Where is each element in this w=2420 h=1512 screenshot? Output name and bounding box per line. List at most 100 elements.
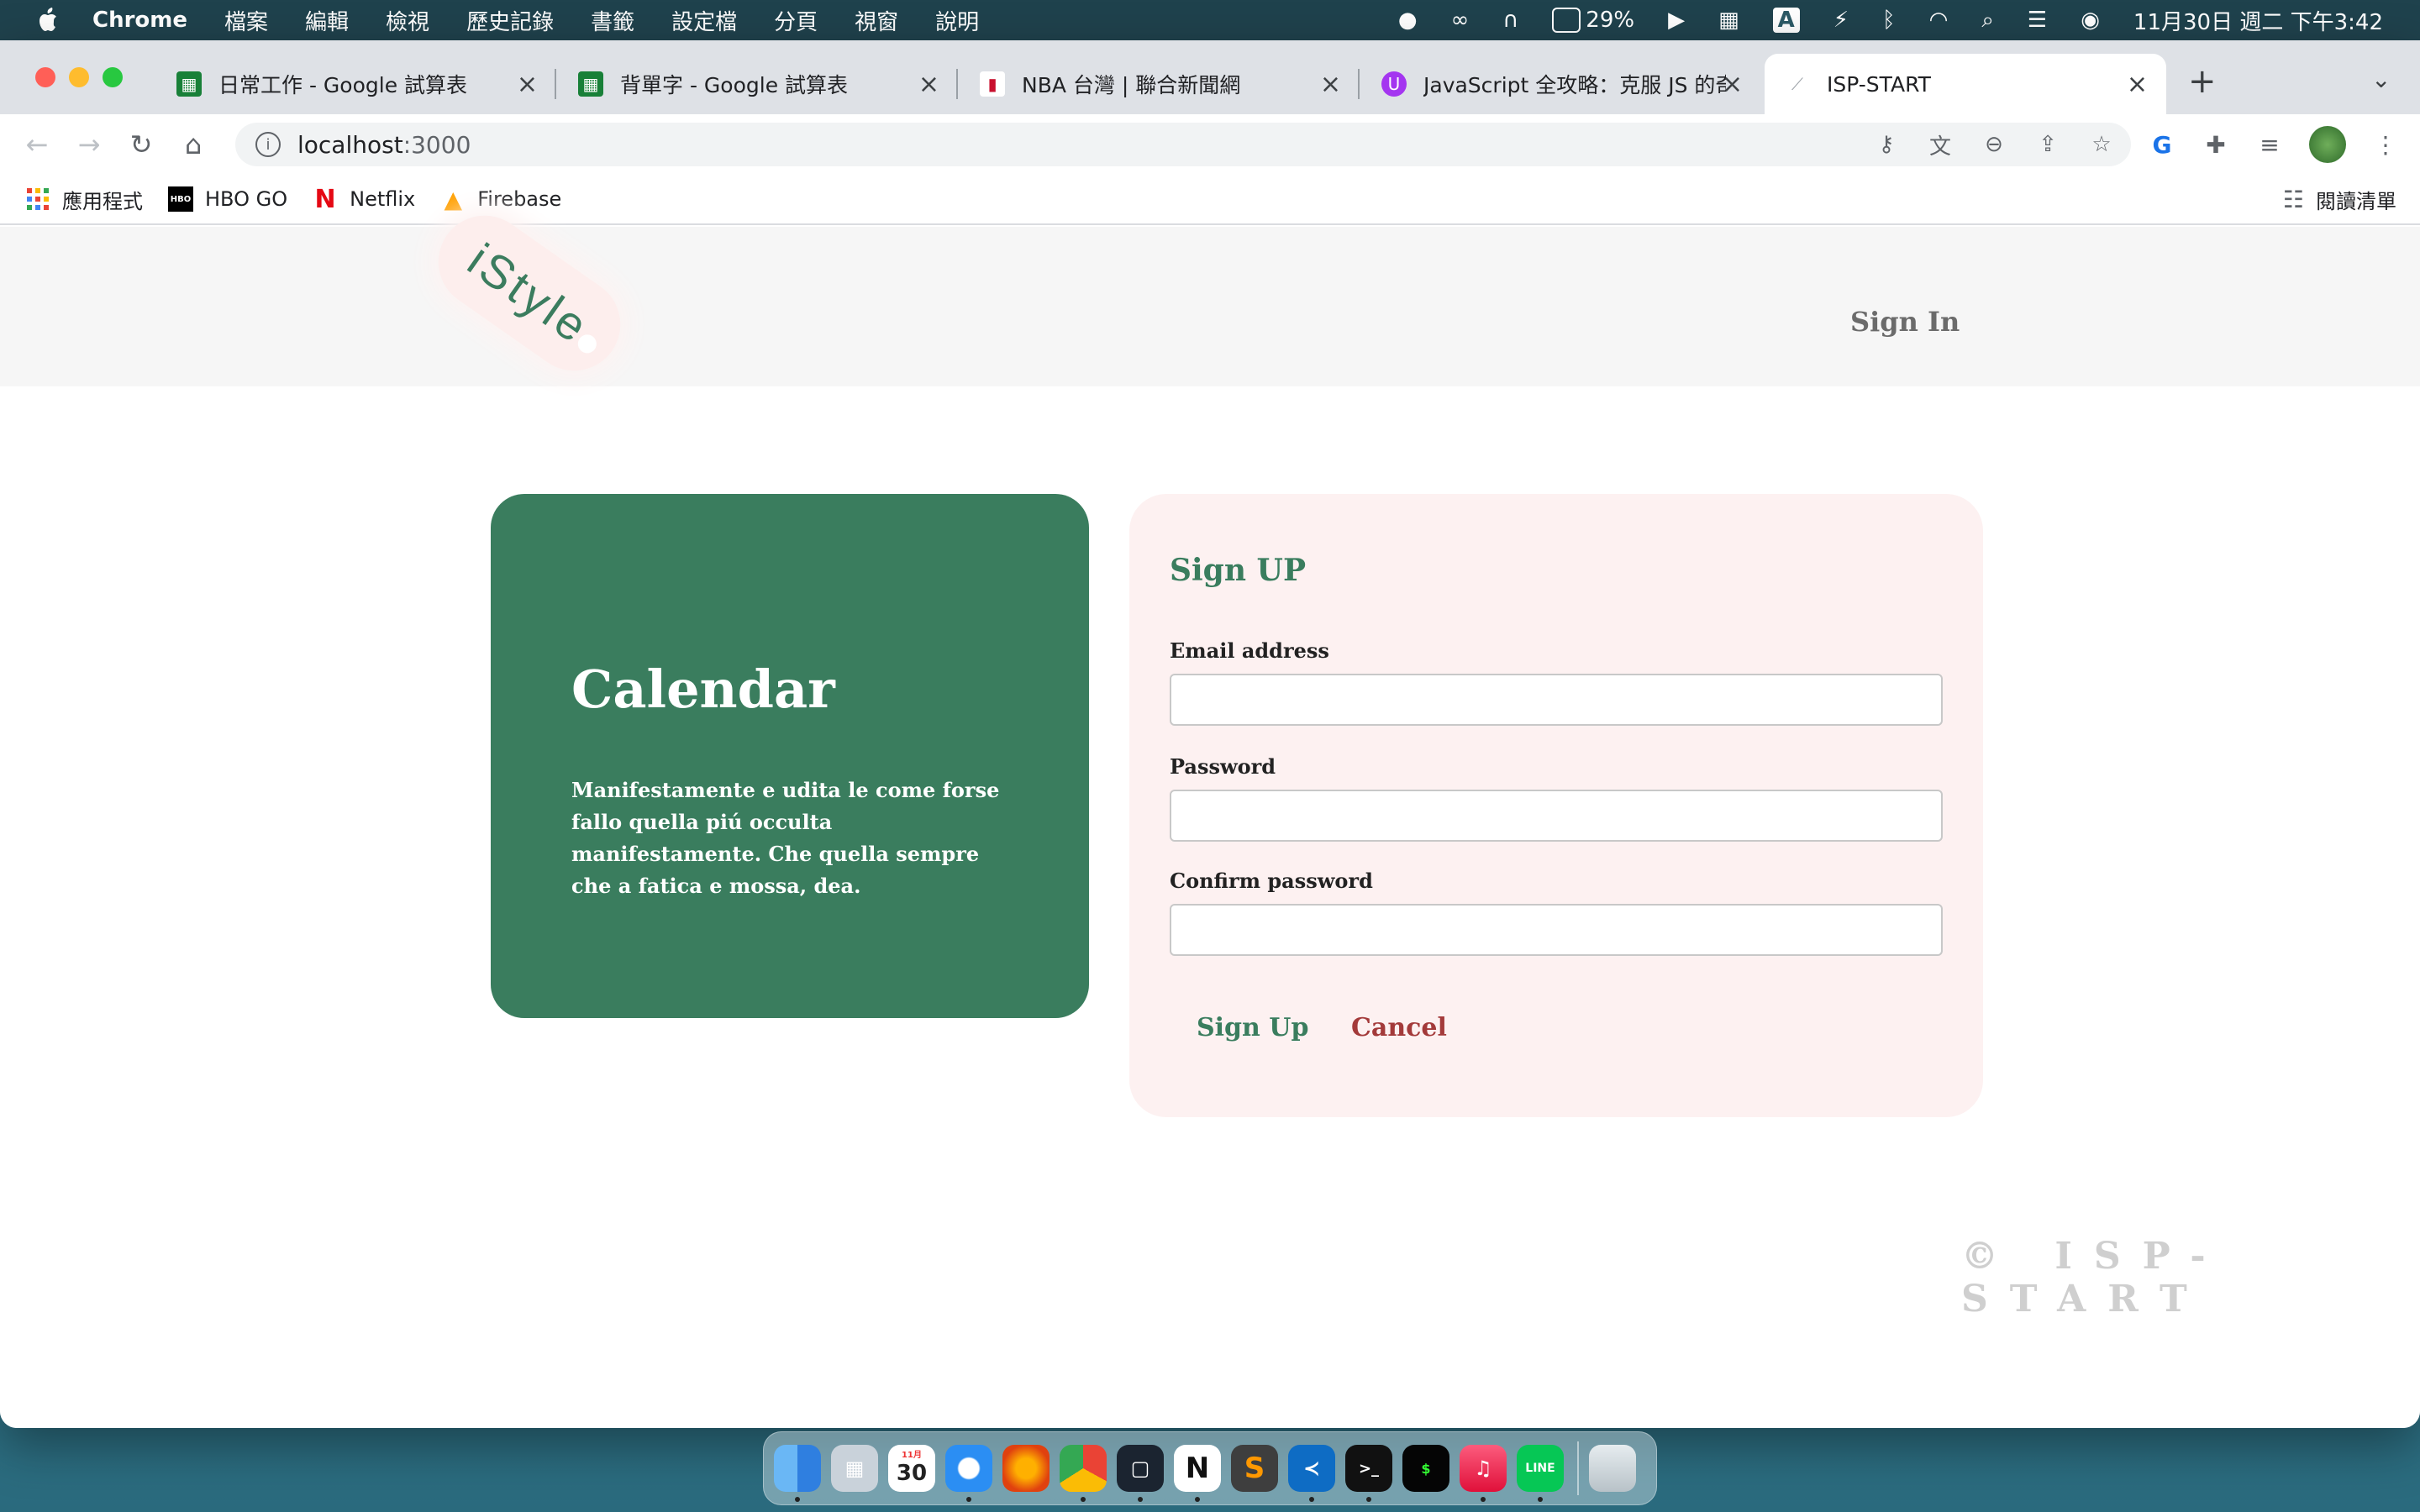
- play-icon[interactable]: ▶: [1668, 8, 1685, 33]
- code-editor-icon[interactable]: ▢: [1117, 1445, 1164, 1502]
- tab-daily-work[interactable]: ▦ 日常工作 - Google 試算表 ×: [156, 54, 556, 114]
- back-button[interactable]: ←: [22, 129, 52, 160]
- grammarly-extension-icon[interactable]: G: [2148, 130, 2176, 159]
- reading-list-icon: ☷: [2282, 185, 2304, 213]
- udemy-icon: U: [1381, 71, 1407, 97]
- apple-menu-icon[interactable]: [34, 5, 64, 35]
- chrome-window: ▦ 日常工作 - Google 試算表 × ▦ 背單字 - Google 試算表…: [0, 40, 2420, 1428]
- zoom-window-button[interactable]: [103, 67, 123, 87]
- app-menu-chrome[interactable]: Chrome: [92, 8, 187, 33]
- vscode-icon[interactable]: ≺: [1288, 1445, 1335, 1502]
- layout-icon[interactable]: ▦: [1718, 8, 1739, 33]
- menu-profiles[interactable]: 設定檔: [671, 5, 737, 36]
- minimize-window-button[interactable]: [69, 67, 89, 87]
- close-tab-icon[interactable]: ×: [517, 70, 538, 99]
- chrome-icon[interactable]: [1060, 1445, 1107, 1502]
- dock-separator: [1577, 1441, 1579, 1495]
- password-field[interactable]: [1170, 790, 1943, 842]
- menu-tab[interactable]: 分頁: [774, 5, 818, 36]
- close-tab-icon[interactable]: ×: [1320, 70, 1341, 99]
- terminal-icon[interactable]: >_: [1345, 1445, 1392, 1502]
- hbo-icon: HBO: [168, 186, 193, 212]
- close-tab-icon[interactable]: ×: [918, 70, 939, 99]
- home-button[interactable]: ⌂: [178, 129, 208, 160]
- music-icon[interactable]: ♫: [1460, 1445, 1507, 1502]
- menu-window[interactable]: 視窗: [855, 5, 898, 36]
- tab-nba[interactable]: ▮ NBA 台灣 | 聯合新聞網 ×: [960, 54, 1360, 114]
- omnibox-actions: ⚷ 文 ⊖ ⇪ ☆: [1845, 132, 2114, 160]
- bookmark-firebase[interactable]: ▲ Firebase: [440, 186, 561, 213]
- translate-icon[interactable]: 文: [1928, 132, 1953, 160]
- profile-avatar[interactable]: [2309, 126, 2346, 163]
- menu-help[interactable]: 說明: [935, 5, 979, 36]
- signup-form-card: Sign UP Email address Password Confirm p…: [1129, 494, 1983, 1117]
- launchpad-icon[interactable]: ▦: [831, 1445, 878, 1492]
- chrome-menu-icon[interactable]: ⋮: [2371, 130, 2400, 159]
- sublime-text-icon[interactable]: S: [1231, 1445, 1278, 1492]
- siri-icon[interactable]: ◉: [2081, 8, 2100, 33]
- bluetooth-icon[interactable]: ᛒ: [1882, 8, 1896, 33]
- trash-icon[interactable]: [1589, 1445, 1636, 1492]
- tab-isp-start[interactable]: ⟋ ISP-START ×: [1765, 54, 2166, 114]
- bookmark-star-icon[interactable]: ☆: [2089, 132, 2114, 157]
- media-queue-icon[interactable]: ≡: [2255, 130, 2284, 159]
- google-sheets-icon: ▦: [578, 71, 603, 97]
- input-source[interactable]: A: [1772, 8, 1800, 33]
- menu-history[interactable]: 歷史記錄: [466, 5, 554, 36]
- firefox-icon[interactable]: [1002, 1445, 1050, 1492]
- iterm-icon[interactable]: $: [1402, 1445, 1449, 1492]
- bookmark-netflix[interactable]: N Netflix: [313, 185, 416, 214]
- calendar-day: 30: [896, 1461, 928, 1486]
- zoom-icon[interactable]: ⊖: [1981, 132, 2007, 157]
- hero-description: Manifestamente e udita le come forse fal…: [571, 778, 1000, 898]
- share-icon[interactable]: ⇪: [2035, 132, 2060, 157]
- reload-button[interactable]: ↻: [126, 129, 156, 160]
- reading-list-label: 閱讀清單: [2316, 189, 2396, 213]
- menu-view[interactable]: 檢視: [386, 5, 429, 36]
- wifi-icon[interactable]: ◠: [1929, 8, 1949, 33]
- confirm-password-field[interactable]: [1170, 904, 1943, 956]
- key-icon[interactable]: ⚷: [1874, 132, 1899, 157]
- menu-edit[interactable]: 編輯: [305, 5, 349, 36]
- control-center-icon[interactable]: ☰: [2028, 8, 2047, 33]
- close-tab-icon[interactable]: ×: [1722, 70, 1743, 99]
- menu-bookmarks[interactable]: 書籤: [591, 5, 634, 36]
- tab-javascript-course[interactable]: U JavaScript 全攻略：克服 JS 的奇 ×: [1361, 54, 1761, 114]
- menubar-clock[interactable]: 11月30日 週二 下午3:42: [2133, 5, 2383, 36]
- creative-cloud-icon[interactable]: ∞: [1451, 8, 1470, 33]
- calendar-month: 11月: [902, 1451, 922, 1460]
- new-tab-button[interactable]: +: [2188, 62, 2217, 101]
- sync-icon[interactable]: ∩: [1502, 8, 1518, 33]
- spotlight-icon[interactable]: ⌕: [1981, 8, 1994, 34]
- address-host: localhost: [297, 130, 403, 159]
- extensions-puzzle-icon[interactable]: ✚: [2202, 130, 2230, 159]
- tab-separator: [1358, 69, 1360, 99]
- finder-icon[interactable]: [774, 1445, 821, 1502]
- email-field[interactable]: [1170, 674, 1943, 726]
- line-app-icon[interactable]: LINE: [1517, 1445, 1564, 1502]
- sign-up-button[interactable]: Sign Up: [1197, 1013, 1308, 1042]
- nav-sign-in-link[interactable]: Sign In: [1850, 306, 1960, 338]
- calendar-app-icon[interactable]: 11月 30: [888, 1445, 935, 1492]
- line-status-icon[interactable]: ●: [1398, 8, 1418, 33]
- cancel-button[interactable]: Cancel: [1351, 1013, 1447, 1042]
- safari-icon[interactable]: [945, 1445, 992, 1502]
- bookmark-hbo-go[interactable]: HBO HBO GO: [168, 186, 287, 212]
- notion-icon[interactable]: N: [1174, 1445, 1221, 1502]
- tab-vocabulary[interactable]: ▦ 背單字 - Google 試算表 ×: [558, 54, 958, 114]
- site-info-icon[interactable]: i: [255, 132, 281, 157]
- menu-file[interactable]: 檔案: [224, 5, 268, 36]
- signup-form-title: Sign UP: [1170, 553, 1307, 588]
- close-window-button[interactable]: [35, 67, 55, 87]
- window-controls: [35, 67, 136, 87]
- address-bar[interactable]: i localhost:3000 ⚷ 文 ⊖ ⇪ ☆: [235, 123, 2131, 166]
- bookmark-apps[interactable]: 應用程式: [25, 185, 143, 214]
- tab-title: NBA 台灣 | 聯合新聞網: [1022, 73, 1241, 97]
- reading-list-button[interactable]: ☷ 閱讀清單: [2283, 185, 2396, 214]
- close-tab-icon[interactable]: ×: [2127, 70, 2148, 99]
- tab-search-chevron-icon[interactable]: ⌄: [2371, 66, 2391, 93]
- battery-charging-icon[interactable]: ⚡: [1833, 8, 1849, 33]
- battery-icon: [1552, 8, 1581, 33]
- forward-button[interactable]: →: [74, 129, 104, 160]
- battery-status[interactable]: 29%: [1552, 8, 1634, 33]
